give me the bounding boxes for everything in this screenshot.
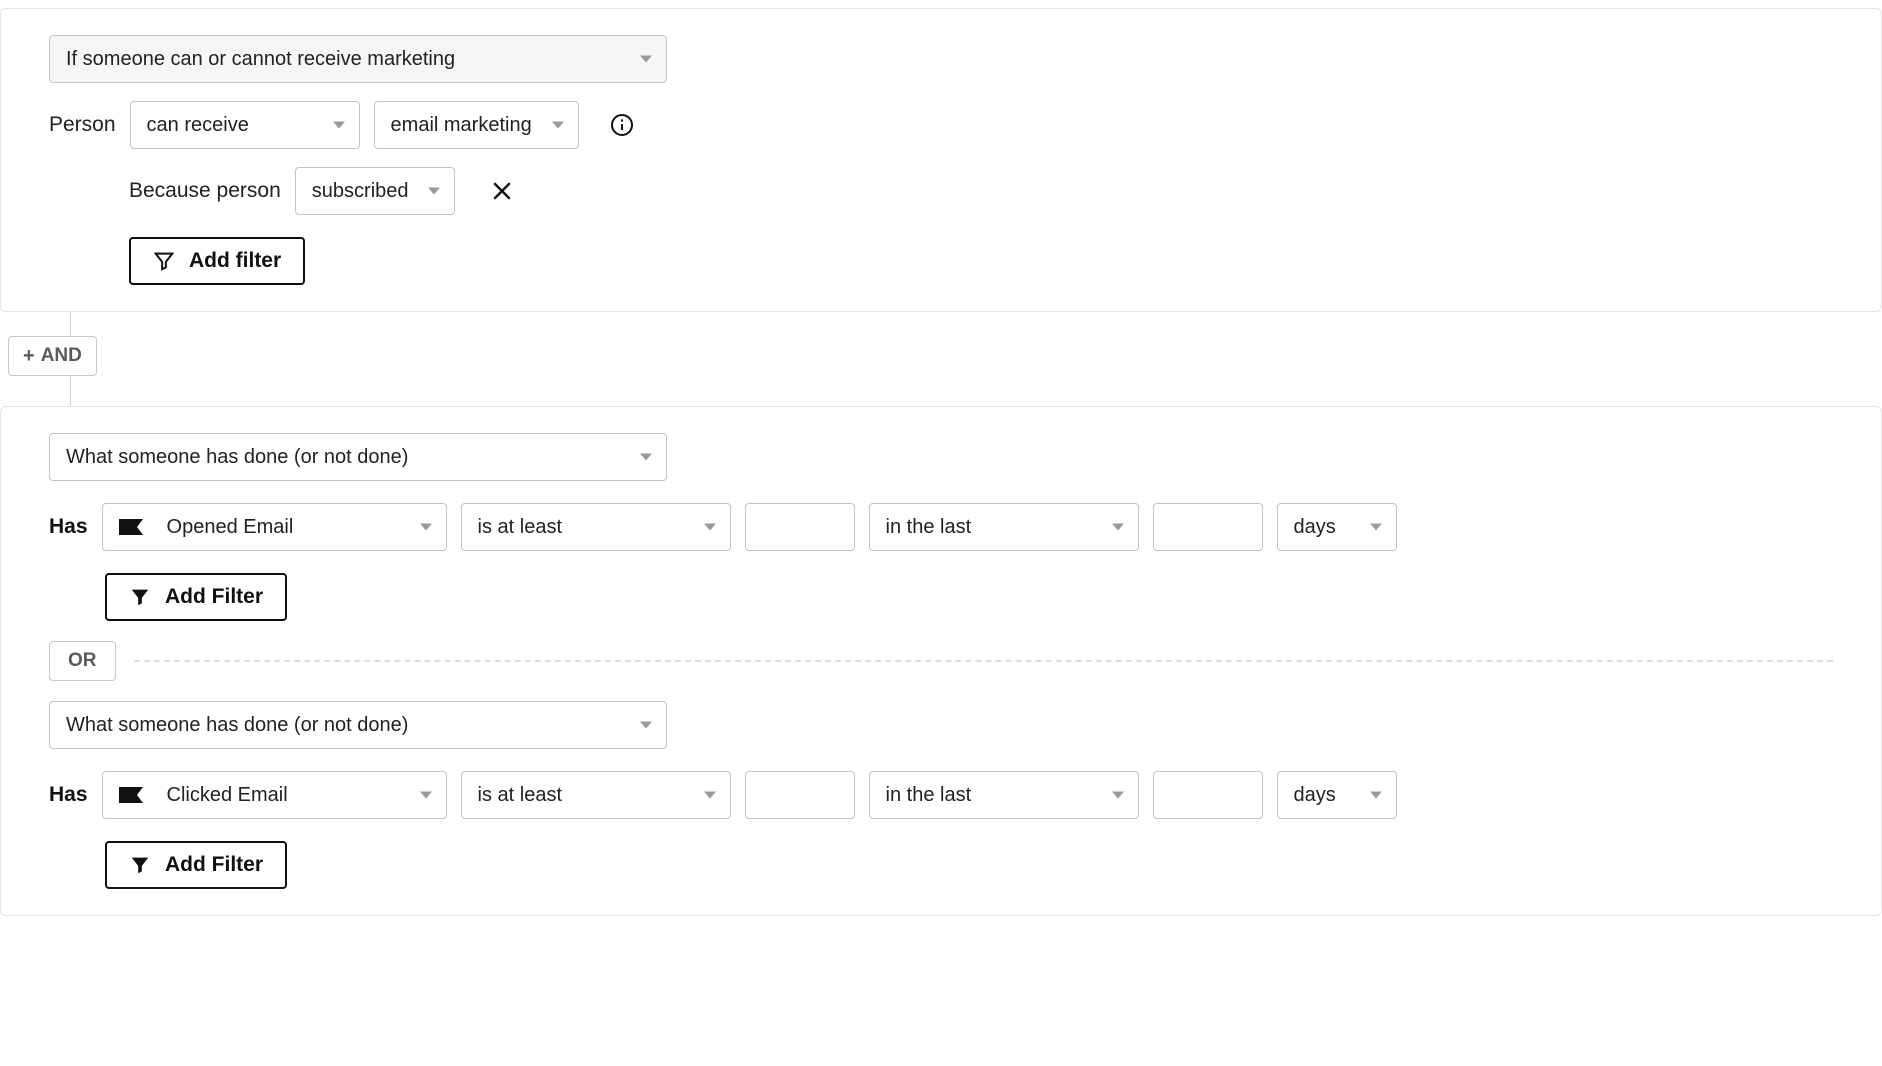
unit-value: days xyxy=(1294,516,1336,539)
or-separator: OR xyxy=(49,641,1833,681)
rule-type-label: What someone has done (or not done) xyxy=(66,446,408,469)
rule-type-label: What someone has done (or not done) xyxy=(66,714,408,737)
chevron-down-icon xyxy=(333,122,345,129)
unit-value: days xyxy=(1294,784,1336,807)
can-receive-value: can receive xyxy=(147,114,249,137)
connector-line xyxy=(70,376,71,406)
rule-type-label: If someone can or cannot receive marketi… xyxy=(66,48,455,71)
rule-type-select[interactable]: What someone has done (or not done) xyxy=(49,433,667,481)
event-value: Opened Email xyxy=(167,516,294,539)
add-filter-button[interactable]: Add Filter xyxy=(105,841,287,889)
comparator-value: is at least xyxy=(478,516,562,539)
count-input[interactable] xyxy=(745,503,855,551)
chevron-down-icon xyxy=(552,122,564,129)
because-label: Because person xyxy=(129,179,281,203)
chevron-down-icon xyxy=(1112,792,1124,799)
add-filter-label: Add Filter xyxy=(165,853,263,877)
can-receive-select[interactable]: can receive xyxy=(130,101,360,149)
rule-type-row: If someone can or cannot receive marketi… xyxy=(49,35,1833,83)
because-value: subscribed xyxy=(312,180,409,203)
chevron-down-icon xyxy=(420,524,432,531)
chevron-down-icon xyxy=(640,722,652,729)
filter-icon xyxy=(153,250,175,272)
and-connector: + AND xyxy=(70,312,1882,406)
range-value-input[interactable] xyxy=(1153,771,1263,819)
and-button[interactable]: + AND xyxy=(8,336,97,376)
rule-block-marketing-consent: If someone can or cannot receive marketi… xyxy=(0,8,1882,312)
remove-because-button[interactable] xyxy=(489,178,515,204)
unit-select[interactable]: days xyxy=(1277,771,1397,819)
channel-value: email marketing xyxy=(391,114,532,137)
range-type-select[interactable]: in the last xyxy=(869,503,1139,551)
range-type-value: in the last xyxy=(886,516,972,539)
and-label: AND xyxy=(41,345,82,367)
add-filter-row-2: Add Filter xyxy=(105,573,1833,621)
chevron-down-icon xyxy=(640,454,652,461)
info-icon[interactable] xyxy=(609,112,635,138)
chevron-down-icon xyxy=(428,188,440,195)
range-type-select[interactable]: in the last xyxy=(869,771,1139,819)
plus-icon: + xyxy=(23,346,35,366)
chevron-down-icon xyxy=(640,56,652,63)
event-select[interactable]: Clicked Email xyxy=(102,771,447,819)
filter-icon xyxy=(129,854,151,876)
unit-select[interactable]: days xyxy=(1277,503,1397,551)
add-filter-button[interactable]: Add filter xyxy=(129,237,305,285)
chevron-down-icon xyxy=(1112,524,1124,531)
dashed-divider xyxy=(134,660,1834,662)
comparator-value: is at least xyxy=(478,784,562,807)
person-label: Person xyxy=(49,113,116,137)
add-filter-label: Add Filter xyxy=(165,585,263,609)
chevron-down-icon xyxy=(704,792,716,799)
has-label: Has xyxy=(49,515,88,539)
comparator-select[interactable]: is at least xyxy=(461,503,731,551)
rule-block-activity: What someone has done (or not done) Has … xyxy=(0,406,1882,916)
event-value: Clicked Email xyxy=(167,784,288,807)
has-row-2: Has Clicked Email is at least in the las… xyxy=(49,771,1833,819)
or-button[interactable]: OR xyxy=(49,641,116,681)
because-select[interactable]: subscribed xyxy=(295,167,455,215)
range-value-input[interactable] xyxy=(1153,503,1263,551)
has-label: Has xyxy=(49,783,88,807)
count-input[interactable] xyxy=(745,771,855,819)
flag-icon xyxy=(119,785,145,805)
comparator-select[interactable]: is at least xyxy=(461,771,731,819)
or-label: OR xyxy=(68,650,97,671)
add-filter-row-3: Add Filter xyxy=(105,841,1833,889)
chevron-down-icon xyxy=(420,792,432,799)
chevron-down-icon xyxy=(704,524,716,531)
add-filter-button[interactable]: Add Filter xyxy=(105,573,287,621)
has-row-1: Has Opened Email is at least in the last… xyxy=(49,503,1833,551)
flag-icon xyxy=(119,517,145,537)
event-select[interactable]: Opened Email xyxy=(102,503,447,551)
segment-builder: If someone can or cannot receive marketi… xyxy=(0,8,1882,916)
rule-type-select[interactable]: What someone has done (or not done) xyxy=(49,701,667,749)
rule-type-row: What someone has done (or not done) xyxy=(49,433,1833,481)
rule-type-row: What someone has done (or not done) xyxy=(49,701,1833,749)
chevron-down-icon xyxy=(1370,792,1382,799)
chevron-down-icon xyxy=(1370,524,1382,531)
person-row: Person can receive email marketing xyxy=(49,101,1833,149)
channel-select[interactable]: email marketing xyxy=(374,101,579,149)
add-filter-label: Add filter xyxy=(189,249,281,273)
because-row: Because person subscribed xyxy=(129,167,1833,215)
add-filter-row-1: Add filter xyxy=(129,237,1833,285)
rule-type-select[interactable]: If someone can or cannot receive marketi… xyxy=(49,35,667,83)
range-type-value: in the last xyxy=(886,784,972,807)
filter-icon xyxy=(129,586,151,608)
